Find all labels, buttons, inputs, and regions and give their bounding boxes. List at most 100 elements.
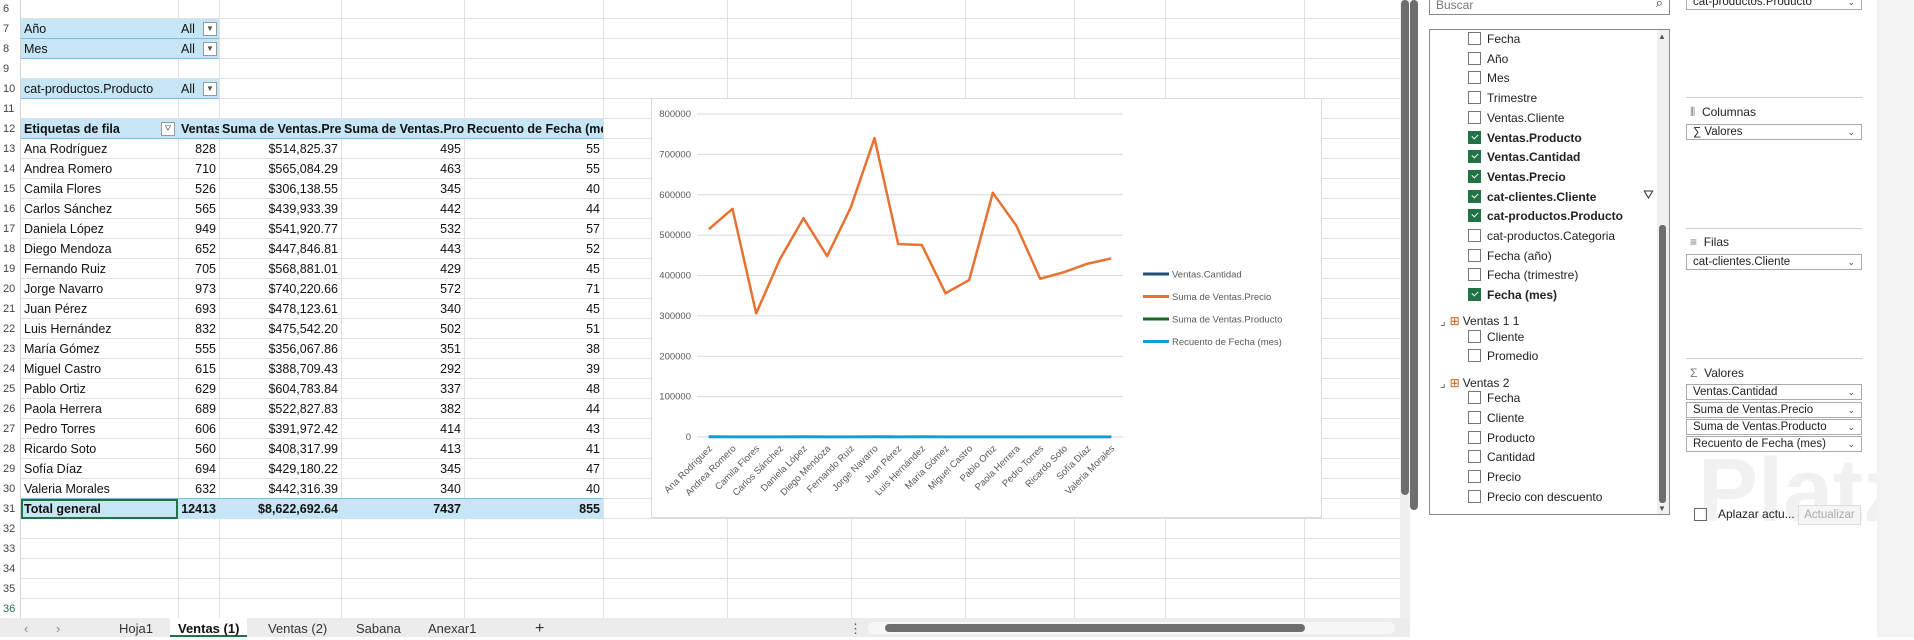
- row-header[interactable]: 9: [0, 59, 21, 79]
- search-input[interactable]: Buscar ⌕: [1429, 0, 1670, 15]
- field-item[interactable]: Fecha: [1468, 388, 1520, 408]
- row-header[interactable]: 10: [0, 79, 21, 99]
- row-header[interactable]: 22: [0, 319, 21, 339]
- row-header[interactable]: 23: [0, 339, 21, 359]
- pivot-value-cell[interactable]: 414: [341, 419, 464, 439]
- pivot-column-header[interactable]: Suma de Ventas.Precio: [219, 119, 341, 139]
- pivot-value-cell[interactable]: $475,542.20: [219, 319, 341, 339]
- row-labels-filter-button[interactable]: ⛛: [161, 122, 175, 136]
- line-chart[interactable]: 0100000200000300000400000500000600000700…: [651, 98, 1322, 518]
- pivot-row-label[interactable]: Sofía Díaz: [21, 459, 178, 479]
- pivot-value-cell[interactable]: 57: [464, 219, 603, 239]
- field-checkbox[interactable]: [1468, 431, 1481, 444]
- pivot-row-label[interactable]: Carlos Sánchez: [21, 199, 178, 219]
- panel-scroll-thumb[interactable]: [1410, 0, 1418, 510]
- pivot-value-cell[interactable]: 572: [341, 279, 464, 299]
- field-list[interactable]: ▲ ▼ ⛛ FechaAñoMesTrimestreVentas.Cliente…: [1429, 29, 1670, 515]
- pivot-value-cell[interactable]: 495: [341, 139, 464, 159]
- values-area-item[interactable]: Ventas.Cantidad⌄: [1686, 384, 1862, 400]
- tab-sabana[interactable]: Sabana: [356, 618, 401, 637]
- pivot-value-cell[interactable]: 694: [178, 459, 219, 479]
- row-header[interactable]: 30: [0, 479, 21, 499]
- field-item[interactable]: Trimestre: [1468, 88, 1537, 108]
- filter-dropdown-button[interactable]: ▼: [203, 82, 217, 96]
- row-header[interactable]: 6: [0, 0, 21, 19]
- add-sheet-button[interactable]: +: [535, 618, 544, 637]
- field-checkbox[interactable]: [1468, 209, 1481, 222]
- pivot-value-cell[interactable]: 45: [464, 259, 603, 279]
- pivot-row-label[interactable]: Andrea Romero: [21, 159, 178, 179]
- pivot-value-cell[interactable]: $522,827.83: [219, 399, 341, 419]
- row-header[interactable]: 18: [0, 239, 21, 259]
- pivot-column-header[interactable]: Etiquetas de fila: [21, 119, 178, 139]
- filter-area-item[interactable]: cat-productos.Producto⌄: [1686, 0, 1862, 10]
- row-header[interactable]: 15: [0, 179, 21, 199]
- pivot-value-cell[interactable]: $740,220.66: [219, 279, 341, 299]
- row-header[interactable]: 24: [0, 359, 21, 379]
- pivot-value-cell[interactable]: 502: [341, 319, 464, 339]
- pivot-value-cell[interactable]: 40: [464, 479, 603, 499]
- pivot-value-cell[interactable]: 629: [178, 379, 219, 399]
- pivot-row-label[interactable]: Ricardo Soto: [21, 439, 178, 459]
- scroll-thumb[interactable]: [1401, 0, 1409, 495]
- field-checkbox[interactable]: [1468, 170, 1481, 183]
- pivot-value-cell[interactable]: 48: [464, 379, 603, 399]
- pivot-value-cell[interactable]: 44: [464, 399, 603, 419]
- filter-icon[interactable]: ⛛: [1643, 187, 1654, 203]
- field-checkbox[interactable]: [1468, 32, 1481, 45]
- pivot-value-cell[interactable]: $604,783.84: [219, 379, 341, 399]
- pivot-value-cell[interactable]: 442: [341, 199, 464, 219]
- field-checkbox[interactable]: [1468, 190, 1481, 203]
- row-header[interactable]: 36: [0, 599, 21, 618]
- pivot-total-cell[interactable]: Total general: [21, 499, 178, 519]
- field-item[interactable]: Ventas.Precio: [1468, 167, 1566, 187]
- row-header[interactable]: 21: [0, 299, 21, 319]
- pivot-value-cell[interactable]: 340: [341, 479, 464, 499]
- pivot-row-label[interactable]: Juan Pérez: [21, 299, 178, 319]
- field-item[interactable]: Año: [1468, 49, 1508, 69]
- pivot-value-cell[interactable]: 351: [341, 339, 464, 359]
- pivot-value-cell[interactable]: 382: [341, 399, 464, 419]
- field-item[interactable]: Fecha (año): [1468, 246, 1552, 266]
- pivot-total-cell[interactable]: 7437: [341, 499, 464, 519]
- pivot-row-label[interactable]: Miguel Castro: [21, 359, 178, 379]
- field-item[interactable]: Precio con descuento: [1468, 487, 1602, 507]
- filter-dropdown-button[interactable]: ▼: [203, 22, 217, 36]
- row-header[interactable]: 28: [0, 439, 21, 459]
- pivot-value-cell[interactable]: $447,846.81: [219, 239, 341, 259]
- pivot-value-cell[interactable]: 710: [178, 159, 219, 179]
- pivot-value-cell[interactable]: $391,972.42: [219, 419, 341, 439]
- pivot-value-cell[interactable]: 55: [464, 159, 603, 179]
- row-header[interactable]: 35: [0, 579, 21, 599]
- pivot-value-cell[interactable]: $442,316.39: [219, 479, 341, 499]
- pivot-value-cell[interactable]: 555: [178, 339, 219, 359]
- pivot-value-cell[interactable]: 560: [178, 439, 219, 459]
- field-checkbox[interactable]: [1468, 288, 1481, 301]
- rows-area-item[interactable]: cat-clientes.Cliente⌄: [1686, 254, 1862, 270]
- field-item[interactable]: Ventas.Cantidad: [1468, 147, 1580, 167]
- pivot-value-cell[interactable]: $514,825.37: [219, 139, 341, 159]
- pivot-value-cell[interactable]: $429,180.22: [219, 459, 341, 479]
- pivot-value-cell[interactable]: $565,084.29: [219, 159, 341, 179]
- field-list-scrollbar[interactable]: ▲ ▼: [1657, 30, 1669, 514]
- pivot-value-cell[interactable]: $568,881.01: [219, 259, 341, 279]
- values-area-item[interactable]: Suma de Ventas.Producto⌄: [1686, 419, 1862, 435]
- pivot-row-label[interactable]: Ana Rodríguez: [21, 139, 178, 159]
- pivot-column-header[interactable]: Recuento de Fecha (mes): [464, 119, 603, 139]
- field-item[interactable]: Cliente: [1468, 408, 1524, 428]
- tab-anexar1[interactable]: Anexar1: [428, 618, 476, 637]
- pivot-value-cell[interactable]: 832: [178, 319, 219, 339]
- pivot-value-cell[interactable]: 705: [178, 259, 219, 279]
- row-header[interactable]: 7: [0, 19, 21, 39]
- pivot-value-cell[interactable]: 565: [178, 199, 219, 219]
- row-header[interactable]: 17: [0, 219, 21, 239]
- search-icon[interactable]: ⌕: [1656, 0, 1663, 11]
- pivot-value-cell[interactable]: $306,138.55: [219, 179, 341, 199]
- field-checkbox[interactable]: [1468, 71, 1481, 84]
- field-checkbox[interactable]: [1468, 249, 1481, 262]
- pivot-value-cell[interactable]: 693: [178, 299, 219, 319]
- tab-ventas-2[interactable]: Ventas (2): [268, 618, 327, 637]
- pivot-value-cell[interactable]: 606: [178, 419, 219, 439]
- pivot-value-cell[interactable]: $388,709.43: [219, 359, 341, 379]
- pivot-value-cell[interactable]: 292: [341, 359, 464, 379]
